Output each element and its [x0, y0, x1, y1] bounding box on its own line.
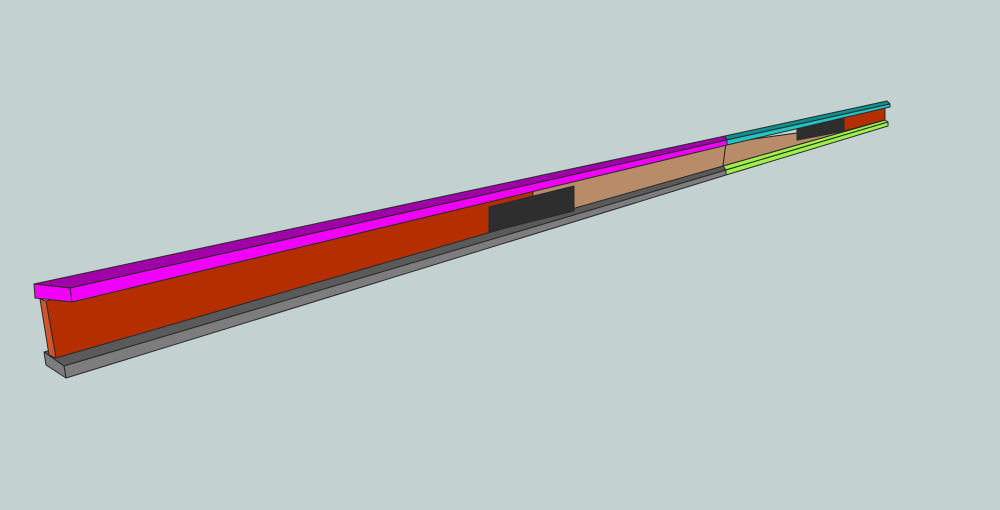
i-beam-model[interactable] [0, 0, 1000, 510]
top-flange-front-face [69, 139, 728, 303]
3d-viewport[interactable] [0, 0, 1000, 510]
